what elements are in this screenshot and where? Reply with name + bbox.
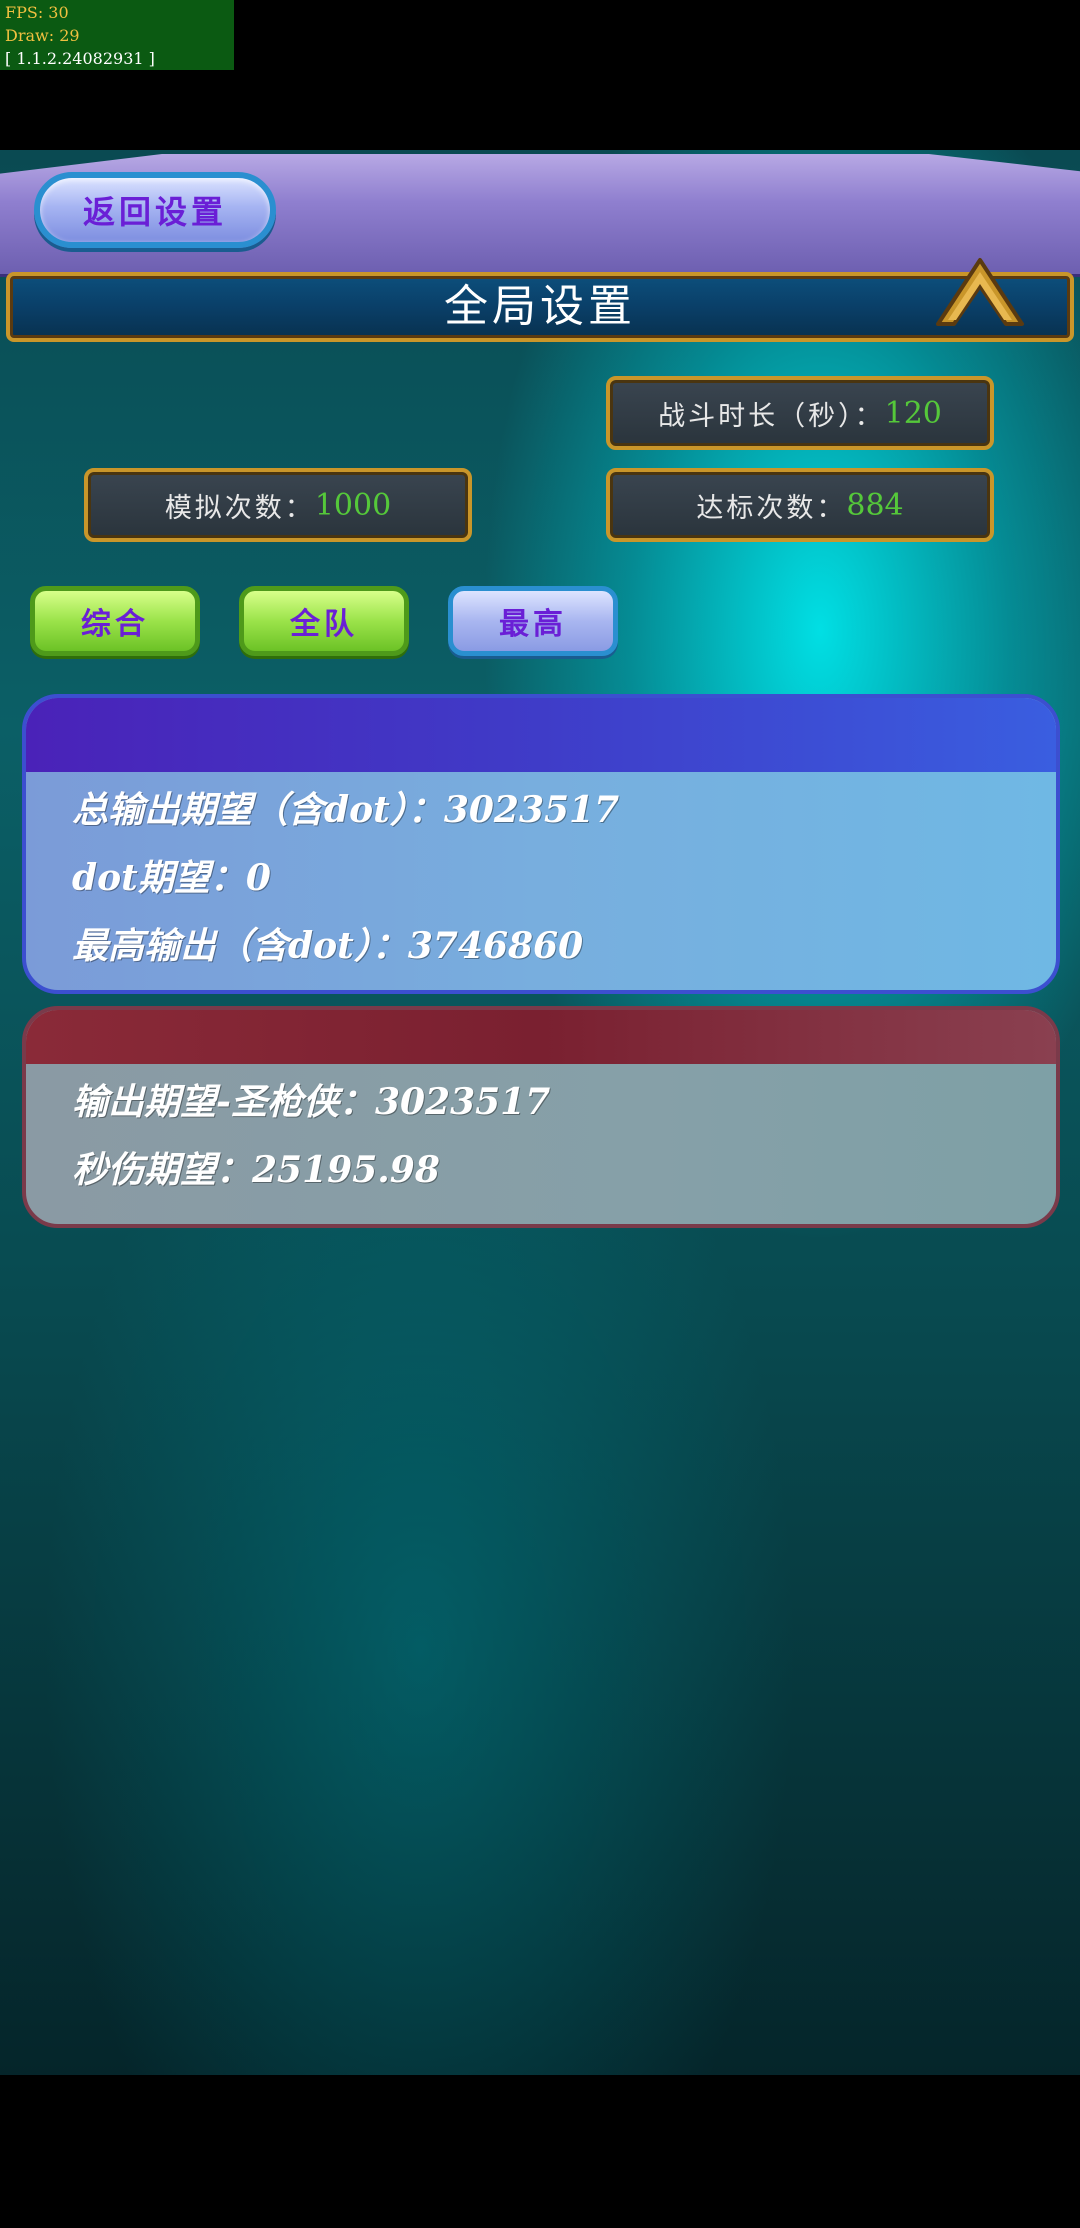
character-panel-header	[26, 1010, 1056, 1064]
simulations-value: 1000	[314, 487, 392, 523]
total-output-line: 总输出期望（含dot）：3023517	[72, 789, 620, 831]
target-reached-label: 达标次数：	[696, 492, 847, 524]
back-to-settings-button[interactable]: 返回设置	[34, 172, 276, 248]
dot-expectation-line: dot期望：0	[72, 857, 271, 899]
summary-panel-header	[26, 698, 1056, 772]
battle-duration-label: 战斗时长（秒）：	[658, 400, 885, 432]
fps-counter: FPS: 30	[5, 3, 69, 22]
dps-expectation-line: 秒伤期望：25195.98	[72, 1149, 440, 1191]
tab-highest[interactable]: 最高	[448, 586, 618, 656]
page-title: 全局设置	[444, 281, 636, 332]
battle-duration-value: 120	[884, 395, 942, 431]
draw-counter: Draw: 29	[5, 26, 80, 45]
game-screen: 返回设置 全局设置 战斗时长（秒）： 120 模拟次数： 1000 达标次数： …	[0, 150, 1080, 2075]
title-bar: 全局设置	[6, 258, 1074, 342]
summary-panel: 总输出期望（含dot）：3023517 dot期望：0 最高输出（含dot）：3…	[22, 694, 1060, 994]
debug-overlay: FPS: 30 Draw: 29 [ 1.1.2.24082931 ]	[0, 0, 234, 70]
character-output-line: 输出期望-圣枪侠：3023517	[72, 1081, 551, 1123]
character-panel: 输出期望-圣枪侠：3023517 秒伤期望：25195.98	[22, 1006, 1060, 1228]
max-output-line: 最高输出（含dot）：3746860	[72, 925, 584, 967]
simulations-box: 模拟次数： 1000	[84, 468, 472, 542]
battle-duration-box: 战斗时长（秒）： 120	[606, 376, 994, 450]
chevron-up-icon[interactable]	[934, 250, 1026, 328]
target-reached-value: 884	[846, 487, 904, 523]
version-label: [ 1.1.2.24082931 ]	[5, 49, 155, 68]
tab-team[interactable]: 全队	[239, 586, 409, 656]
tab-overall[interactable]: 综合	[30, 586, 200, 656]
target-reached-box: 达标次数： 884	[606, 468, 994, 542]
simulations-label: 模拟次数：	[164, 492, 315, 524]
